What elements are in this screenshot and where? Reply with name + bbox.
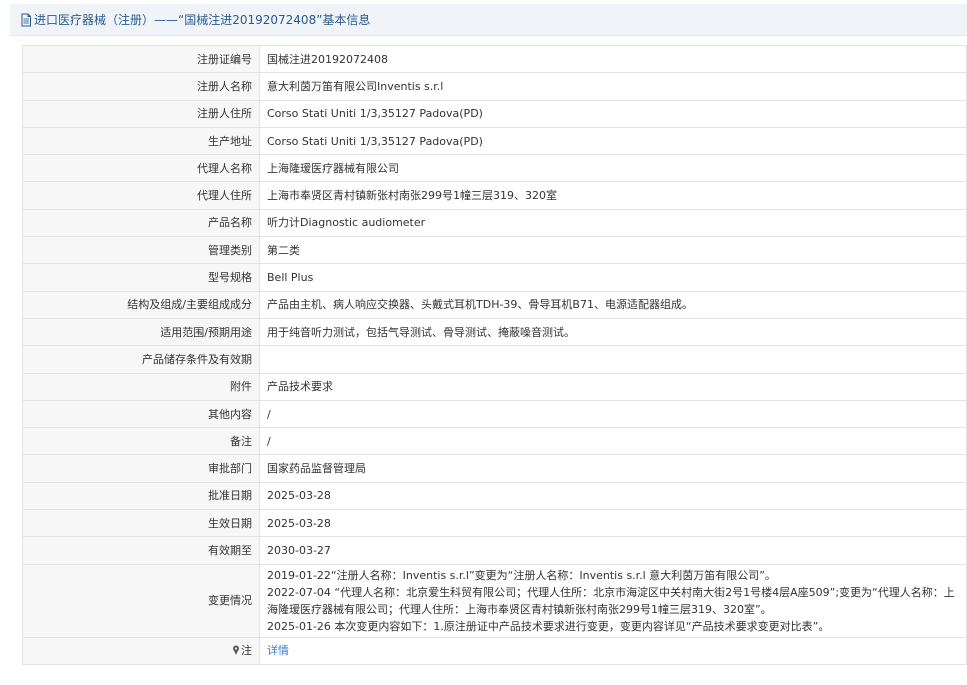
change-entry: 2019-01-22“注册人名称：Inventis s.r.l”变更为“注册人名… — [267, 568, 776, 582]
table-row: 产品名称 听力计Diagnostic audiometer — [22, 208, 967, 238]
table-row: 结构及组成/主要组成成分 产品由主机、病人响应交换器、头戴式耳机TDH-39、骨导… — [22, 290, 967, 319]
table-row: 型号规格 Bell Plus — [22, 263, 967, 292]
change-entry: 2025-01-26 本次变更内容如下：1.原注册证中产品技术要求进行变更，变更… — [267, 619, 830, 633]
row-label: 附件 — [22, 372, 260, 401]
row-value: 产品由主机、病人响应交换器、头戴式耳机TDH-39、骨导耳机B71、电源适配器组… — [259, 290, 967, 319]
row-value: Bell Plus — [259, 263, 967, 292]
table-row: 注册人住所 Corso Stati Uniti 1/3,35127 Padova(… — [22, 99, 967, 128]
note-row: 注 详情 — [22, 636, 967, 665]
table-row: 产品储存条件及有效期 — [22, 345, 967, 374]
document-icon — [21, 13, 31, 26]
table-row: 审批部门 国家药品监督管理局 — [22, 454, 967, 483]
row-value: Corso Stati Uniti 1/3,35127 Padova(PD) — [259, 126, 967, 156]
row-label: 产品名称 — [22, 208, 260, 238]
row-label: 代理人住所 — [22, 181, 260, 210]
row-label: 型号规格 — [22, 263, 260, 292]
row-value: / — [259, 399, 967, 429]
details-link[interactable]: 详情 — [267, 644, 289, 657]
table-row: 注册证编号 国械注进20192072408 — [22, 44, 967, 74]
row-label: 注册证编号 — [22, 44, 260, 74]
row-value: 2030-03-27 — [259, 536, 967, 565]
row-label: 生产地址 — [22, 126, 260, 156]
row-label: 产品储存条件及有效期 — [22, 345, 260, 374]
row-label: 注册人住所 — [22, 99, 260, 128]
row-label: 备注 — [22, 427, 260, 456]
row-label: 适用范围/预期用途 — [22, 317, 260, 347]
table-row: 生产地址 Corso Stati Uniti 1/3,35127 Padova(P… — [22, 126, 967, 156]
change-history-value: 2019-01-22“注册人名称：Inventis s.r.l”变更为“注册人名… — [259, 563, 967, 638]
row-value: 第二类 — [259, 236, 967, 265]
note-label: 注 — [241, 644, 252, 658]
row-value: 上海隆瑷医疗器械有限公司 — [259, 154, 967, 183]
row-label: 其他内容 — [22, 399, 260, 429]
row-value: 产品技术要求 — [259, 372, 967, 401]
row-value: 国械注进20192072408 — [259, 44, 967, 74]
row-value: 听力计Diagnostic audiometer — [259, 208, 967, 238]
note-value: 详情 — [259, 636, 967, 665]
table-row: 其他内容 / — [22, 399, 967, 429]
table-row: 适用范围/预期用途 用于纯音听力测试，包括气导测试、骨导测试、掩蔽噪音测试。 — [22, 317, 967, 347]
page: 进口医疗器械（注册）——“国械注进20192072408”基本信息 注册证编号国… — [0, 0, 967, 685]
title-bar: 进口医疗器械（注册）——“国械注进20192072408”基本信息 — [10, 4, 967, 36]
table-row: 管理类别 第二类 — [22, 236, 967, 265]
info-table: 注册证编号 国械注进20192072408 注册人名称 意大利茵万笛有限公司Inve… — [22, 44, 967, 665]
info-table-wrap: 注册证编号 国械注进20192072408 注册人名称 意大利茵万笛有限公司Inve… — [22, 44, 967, 665]
change-history-label: 变更情况 — [22, 563, 260, 638]
row-value: 上海市奉贤区青村镇新张村南张299号1幢三层319、320室 — [259, 181, 967, 210]
row-label: 审批部门 — [22, 454, 260, 483]
table-row: 代理人名称 上海隆瑷医疗器械有限公司 — [22, 154, 967, 183]
row-label: 有效期至 — [22, 536, 260, 565]
row-value: / — [259, 427, 967, 456]
row-value — [259, 345, 967, 374]
row-label: 结构及组成/主要组成成分 — [22, 290, 260, 319]
row-label: 生效日期 — [22, 509, 260, 538]
table-row: 代理人住所 上海市奉贤区青村镇新张村南张299号1幢三层319、320室 — [22, 181, 967, 210]
row-label: 代理人名称 — [22, 154, 260, 183]
table-row: 有效期至 2030-03-27 — [22, 536, 967, 565]
note-label-cell: 注 — [22, 636, 260, 665]
row-label: 批准日期 — [22, 481, 260, 511]
table-row: 注册人名称 意大利茵万笛有限公司Inventis s.r.l — [22, 72, 967, 101]
table-row: 批准日期 2025-03-28 — [22, 481, 967, 511]
row-value: 国家药品监督管理局 — [259, 454, 967, 483]
row-value: 2025-03-28 — [259, 481, 967, 511]
table-row: 备注 / — [22, 427, 967, 456]
change-entry: 2022-07-04 “代理人名称：北京爱生科贸有限公司；代理人住所：北京市海淀… — [267, 585, 955, 616]
table-row: 生效日期 2025-03-28 — [22, 509, 967, 538]
page-title: 进口医疗器械（注册）——“国械注进20192072408”基本信息 — [34, 13, 371, 27]
row-value: Corso Stati Uniti 1/3,35127 Padova(PD) — [259, 99, 967, 128]
pin-icon — [233, 645, 239, 656]
change-history-row: 变更情况 2019-01-22“注册人名称：Inventis s.r.l”变更为… — [22, 563, 967, 638]
row-value: 意大利茵万笛有限公司Inventis s.r.l — [259, 72, 967, 101]
row-value: 用于纯音听力测试，包括气导测试、骨导测试、掩蔽噪音测试。 — [259, 317, 967, 347]
row-label: 管理类别 — [22, 236, 260, 265]
row-label: 注册人名称 — [22, 72, 260, 101]
table-row: 附件 产品技术要求 — [22, 372, 967, 401]
row-value: 2025-03-28 — [259, 509, 967, 538]
